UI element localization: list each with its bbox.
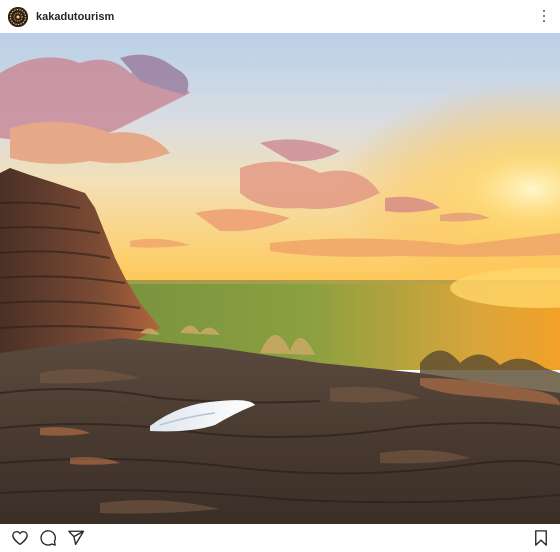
- heart-icon[interactable]: [9, 527, 31, 549]
- username-link[interactable]: kakadutourism: [36, 11, 114, 23]
- post-photo[interactable]: [0, 33, 560, 524]
- kakadu-logo-icon: [8, 6, 28, 27]
- more-options-icon[interactable]: [538, 8, 550, 24]
- action-bar: [0, 524, 560, 552]
- bookmark-icon[interactable]: [530, 527, 552, 549]
- comment-icon[interactable]: [37, 527, 59, 549]
- avatar[interactable]: [8, 6, 28, 27]
- post-header: kakadutourism: [0, 0, 560, 33]
- paper-plane-icon[interactable]: [65, 527, 87, 549]
